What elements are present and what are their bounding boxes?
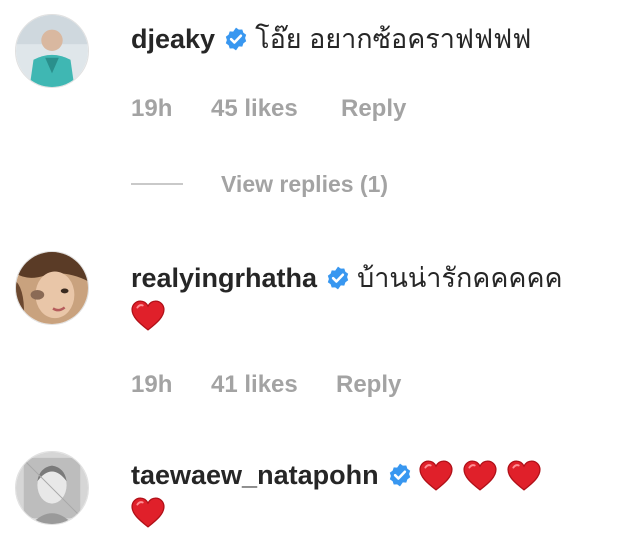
reply-button[interactable]: Reply (336, 371, 401, 399)
avatar[interactable] (15, 451, 89, 525)
heart-emoji-icon (418, 460, 453, 491)
heart-emoji-icon (506, 460, 541, 491)
verified-badge-icon (325, 265, 351, 291)
verified-badge-icon (223, 26, 249, 52)
reply-button[interactable]: Reply (341, 95, 406, 123)
timestamp: 19h (131, 371, 173, 398)
verified-badge-icon (387, 462, 413, 488)
view-replies-label: View replies (1) (221, 170, 389, 197)
username[interactable]: djeaky (131, 22, 215, 56)
avatar-image-djeaky (16, 15, 88, 87)
heart-emoji-icon (462, 460, 497, 491)
comment-text: โอ๊ย อยากซ้อคราฟฟฟฟ (255, 24, 532, 54)
view-replies-button[interactable]: View replies (1) (131, 171, 388, 197)
likes-count[interactable]: 41 likes (211, 371, 298, 399)
comment-text: บ้านน่ารักคคคคค (357, 263, 563, 293)
heart-emoji-icon (131, 497, 165, 528)
heart-emoji-icon (131, 300, 165, 331)
timestamp: 19h (131, 95, 173, 122)
avatar-image-realyingrhatha (16, 252, 88, 324)
view-replies-divider (131, 183, 183, 185)
likes-count[interactable]: 45 likes (211, 95, 298, 123)
username[interactable]: taewaew_natapohn (131, 458, 379, 492)
avatar[interactable] (15, 14, 89, 88)
avatar-image-taewaew-natapohn (16, 452, 88, 524)
avatar[interactable] (15, 251, 89, 325)
username[interactable]: realyingrhatha (131, 261, 317, 295)
